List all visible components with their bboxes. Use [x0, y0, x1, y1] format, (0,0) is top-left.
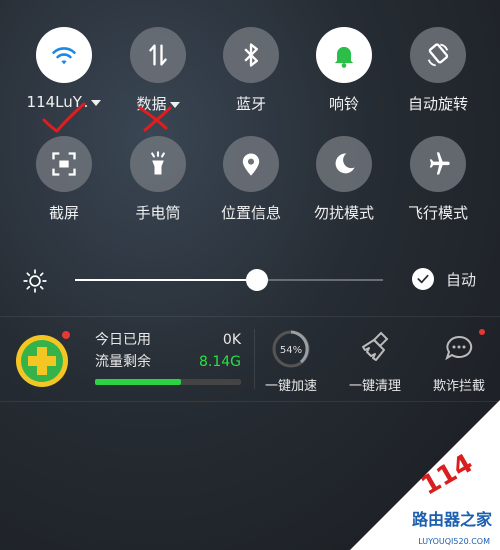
site-watermark: 114 路由器之家 LUYOUQI520.COM — [350, 400, 500, 550]
watermark-url: LUYOUQI520.COM — [418, 537, 490, 546]
watermark-title: 路由器之家 — [411, 510, 492, 529]
red-checkmark — [42, 102, 86, 133]
